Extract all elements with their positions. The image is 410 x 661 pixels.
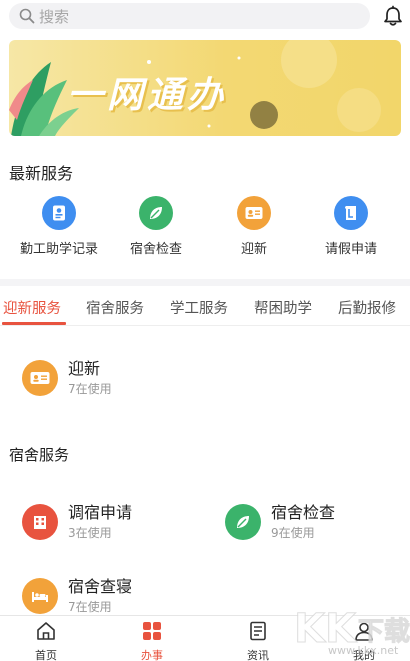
service-card-dorm-check[interactable]: 宿舍检查 9在使用 bbox=[225, 503, 335, 541]
quick-item-welcome[interactable]: 迎新 bbox=[204, 196, 304, 257]
watermark: KK 下载 www.kkx.net bbox=[292, 604, 410, 661]
search-icon bbox=[19, 8, 35, 24]
nav-label: 资讯 bbox=[247, 649, 269, 661]
nav-services[interactable]: 办事 bbox=[122, 620, 182, 661]
service-tabs: 迎新服务 宿舍服务 学工服务 帮困助学 后勤报修 bbox=[0, 288, 410, 326]
quick-item-label: 宿舍检查 bbox=[129, 242, 182, 257]
latest-services-title: 最新服务 bbox=[9, 164, 74, 183]
watermark-url: www.kkx.net bbox=[328, 644, 399, 657]
quick-item-dorm-check[interactable]: 宿舍检查 bbox=[106, 196, 206, 257]
building-icon bbox=[22, 504, 58, 540]
nav-label: 办事 bbox=[141, 649, 163, 661]
active-tab-indicator bbox=[2, 322, 66, 325]
quick-item-label: 请假申请 bbox=[324, 242, 377, 257]
quick-services: 勤工助学记录 宿舍检查 迎新 请假申请 bbox=[0, 196, 410, 258]
leaf-icon bbox=[139, 196, 173, 230]
service-card-name: 宿舍查寝 bbox=[68, 577, 133, 596]
service-card-name: 调宿申请 bbox=[68, 503, 133, 522]
service-card-dorm-transfer[interactable]: 调宿申请 3在使用 bbox=[22, 503, 132, 541]
bed-icon bbox=[22, 578, 58, 614]
quick-item-work-study[interactable]: 勤工助学记录 bbox=[9, 196, 109, 257]
grid-icon bbox=[143, 622, 161, 640]
quick-item-leave[interactable]: 请假申请 bbox=[301, 196, 401, 257]
search-input[interactable]: 搜索 bbox=[9, 3, 370, 29]
dorm-services-title: 宿舍服务 bbox=[9, 446, 70, 464]
leaf-icon bbox=[225, 504, 261, 540]
tab-welcome-service[interactable]: 迎新服务 bbox=[3, 297, 61, 318]
section-divider bbox=[0, 279, 410, 286]
id-card-icon bbox=[42, 196, 76, 230]
tab-dorm-service[interactable]: 宿舍服务 bbox=[86, 297, 144, 318]
nav-home[interactable]: 首页 bbox=[16, 620, 76, 661]
tab-student-affairs[interactable]: 学工服务 bbox=[170, 297, 228, 318]
tab-financial-aid[interactable]: 帮困助学 bbox=[254, 297, 312, 318]
news-icon bbox=[250, 621, 266, 641]
service-card-usage: 3在使用 bbox=[68, 526, 112, 540]
service-card-name: 宿舍检查 bbox=[271, 503, 336, 522]
service-card-usage: 7在使用 bbox=[68, 600, 112, 614]
service-card-welcome[interactable]: 迎新 7在使用 bbox=[22, 359, 112, 397]
service-card-name: 迎新 bbox=[68, 359, 101, 378]
quick-item-label: 迎新 bbox=[240, 242, 267, 257]
badge-card-icon bbox=[237, 196, 271, 230]
service-card-usage: 9在使用 bbox=[271, 526, 315, 540]
leave-doc-icon bbox=[334, 196, 368, 230]
top-bar: 搜索 bbox=[0, 0, 410, 34]
nav-news[interactable]: 资讯 bbox=[228, 620, 288, 661]
badge-card-icon bbox=[22, 360, 58, 396]
banner-title: 一网通办 bbox=[67, 75, 228, 116]
search-placeholder: 搜索 bbox=[39, 7, 70, 26]
home-icon bbox=[37, 622, 55, 640]
bell-icon[interactable] bbox=[382, 5, 404, 27]
service-card-usage: 7在使用 bbox=[68, 382, 112, 396]
svg-text:下载: 下载 bbox=[358, 617, 410, 647]
service-card-dorm-roll-call[interactable]: 宿舍查寝 7在使用 bbox=[22, 577, 132, 615]
quick-item-label: 勤工助学记录 bbox=[19, 242, 98, 257]
nav-label: 首页 bbox=[35, 649, 57, 661]
banner[interactable]: 一网通办 bbox=[9, 40, 401, 136]
tab-repair[interactable]: 后勤报修 bbox=[338, 297, 396, 318]
